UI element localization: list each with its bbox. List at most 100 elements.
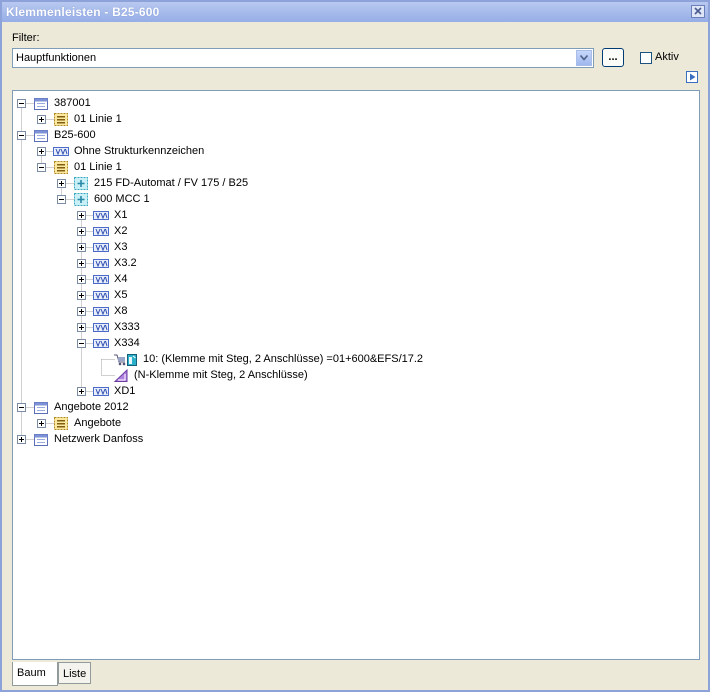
tree-node[interactable]: X334: [13, 336, 693, 352]
line-icon: [53, 416, 69, 431]
expand-toggle[interactable]: [37, 115, 46, 124]
tree-node-label: 387001: [54, 97, 91, 109]
expand-toggle[interactable]: [37, 147, 46, 156]
expand-toggle[interactable]: [77, 243, 86, 252]
tree-node[interactable]: X4: [13, 272, 693, 288]
tree-node-label: (N-Klemme mit Steg, 2 Anschlüsse): [134, 369, 308, 381]
expand-toggle[interactable]: [57, 179, 66, 188]
aktiv-checkbox[interactable]: [640, 52, 652, 64]
tree-node[interactable]: X8: [13, 304, 693, 320]
collapse-toggle[interactable]: [37, 163, 46, 172]
minus-icon: [79, 343, 84, 344]
plus-icon: [79, 325, 84, 330]
aktiv-label: Aktiv: [655, 51, 679, 63]
plus-icon: [39, 117, 44, 122]
collapse-toggle[interactable]: [77, 339, 86, 348]
tree-node[interactable]: Ohne Strukturkennzeichen: [13, 144, 693, 160]
line-icon: [53, 160, 69, 175]
tab-liste[interactable]: Liste: [58, 662, 91, 684]
terminal-strip-icon: [93, 304, 109, 319]
expand-toggle[interactable]: [17, 435, 26, 444]
tree-node[interactable]: Netzwerk Danfoss: [13, 432, 693, 448]
project-icon: [33, 400, 49, 415]
tree-node[interactable]: X5: [13, 288, 693, 304]
play-arrow-icon: [690, 73, 696, 81]
tree-node[interactable]: X2: [13, 224, 693, 240]
tree-node[interactable]: X3: [13, 240, 693, 256]
plus-icon: [79, 389, 84, 394]
tree-node[interactable]: X1: [13, 208, 693, 224]
project-icon: [33, 128, 49, 143]
expand-toggle[interactable]: [77, 227, 86, 236]
collapse-toggle[interactable]: [17, 131, 26, 140]
tree-node[interactable]: 600 MCC 1: [13, 192, 693, 208]
plus-icon: [79, 277, 84, 282]
chevron-down-icon: [580, 55, 588, 61]
expand-toggle[interactable]: [77, 387, 86, 396]
tree-node-label: X4: [114, 273, 128, 285]
collapse-toggle[interactable]: [17, 403, 26, 412]
tree-node[interactable]: 01 Linie 1: [13, 160, 693, 176]
terminal-strip-icon: [53, 144, 69, 159]
collapse-toggle[interactable]: [57, 195, 66, 204]
tree-node-label: X333: [114, 321, 140, 333]
tree-node[interactable]: 387001: [13, 96, 693, 112]
tab-baum[interactable]: Baum: [12, 662, 58, 686]
navigate-button[interactable]: [686, 71, 698, 83]
tree-node[interactable]: 215 FD-Automat / FV 175 / B25: [13, 176, 693, 192]
tree-node[interactable]: X333: [13, 320, 693, 336]
tree-node-label: X2: [114, 225, 128, 237]
plus-icon: [79, 293, 84, 298]
plus-icon: [79, 261, 84, 266]
plus-icon: [79, 229, 84, 234]
tree-node-label: XD1: [114, 385, 136, 397]
project-icon: [33, 432, 49, 447]
dropdown-arrow-button[interactable]: [576, 50, 592, 66]
line-icon: [53, 112, 69, 127]
expand-toggle[interactable]: [77, 259, 86, 268]
plus-icon: [19, 437, 24, 442]
close-icon: [694, 7, 702, 15]
tree-node[interactable]: B25-600: [13, 128, 693, 144]
terminal-strip-icon: [93, 336, 109, 351]
filter-selected-value: Hauptfunktionen: [16, 52, 97, 64]
close-button[interactable]: [691, 5, 705, 18]
tree-node-label: B25-600: [54, 129, 96, 141]
tree-node[interactable]: Angebote: [13, 416, 693, 432]
tree-node-label: 600 MCC 1: [94, 193, 150, 205]
terminal-strip-icon: [93, 208, 109, 223]
location-icon: [73, 176, 89, 191]
tree-node-label: Angebote: [74, 417, 122, 429]
minus-icon: [39, 167, 44, 168]
tree-node[interactable]: XD1: [13, 384, 693, 400]
expand-toggle[interactable]: [77, 307, 86, 316]
project-icon: [33, 96, 49, 111]
tree-node-label: X3: [114, 241, 128, 253]
terminal-strip-icon: [93, 320, 109, 335]
expand-toggle[interactable]: [77, 291, 86, 300]
tree-view[interactable]: 387001 01 Linie 1 B25-600 Ohne Strukturkenn…: [12, 90, 700, 660]
klemmenleisten-window: Klemmenleisten - B25-600 Filter: Hauptfu…: [0, 0, 710, 692]
expand-toggle[interactable]: [77, 211, 86, 220]
tree-node[interactable]: 01 Linie 1: [13, 112, 693, 128]
terminal-strip-icon: [93, 384, 109, 399]
expand-toggle[interactable]: [77, 275, 86, 284]
tree-node-label: Ohne Strukturkennzeichen: [74, 145, 205, 157]
tree-node[interactable]: 10: (Klemme mit Steg, 2 Anschlüsse) =01+…: [13, 352, 693, 368]
expand-toggle[interactable]: [77, 323, 86, 332]
title-bar[interactable]: Klemmenleisten - B25-600: [2, 2, 708, 22]
tree-node[interactable]: (N-Klemme mit Steg, 2 Anschlüsse): [13, 368, 693, 384]
filter-dropdown[interactable]: Hauptfunktionen: [12, 48, 594, 68]
expand-toggle[interactable]: [37, 419, 46, 428]
plus-icon: [39, 149, 44, 154]
tree-node[interactable]: X3.2: [13, 256, 693, 272]
browse-button[interactable]: ...: [602, 48, 624, 67]
tree-node[interactable]: Angebote 2012: [13, 400, 693, 416]
tree-node-label: 01 Linie 1: [74, 113, 122, 125]
collapse-toggle[interactable]: [17, 99, 26, 108]
terminal-icon: [113, 352, 139, 367]
minus-icon: [19, 407, 24, 408]
minus-icon: [19, 135, 24, 136]
tree-node-label: X5: [114, 289, 128, 301]
plus-icon: [79, 245, 84, 250]
